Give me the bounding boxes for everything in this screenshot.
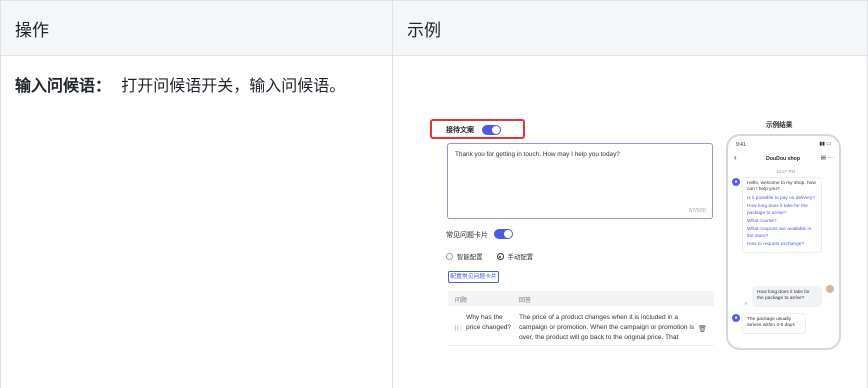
menu-icon: ▤ ··· [820,155,833,161]
operation-cell: 输入问候语： 打开问候语开关，输入问候语。 [0,55,393,388]
status-clock: 9:41 [736,142,746,148]
radio-smart-label: 智能配置 [457,254,483,261]
shop-avatar: ● [732,178,740,186]
faq-option: How to request exchange? [747,242,805,248]
step-title: 输入问候语： [15,76,112,95]
faq-option: How long does it take for the package to… [747,204,808,216]
drag-handle-icon[interactable]: ⠿ [454,325,459,335]
user-avatar [826,285,834,293]
faq-option: Is it possible to pay on delivery? [747,195,815,201]
content-row: 输入问候语： 打开问候语开关，输入问候语。 接待文案 Thank you for… [0,55,868,388]
read-check-icon: ✓ [744,301,749,307]
radio-smart[interactable] [446,253,453,260]
greeting-label: 接待文案 [446,127,474,134]
header-example: 示例 [392,0,868,56]
highlight-box [430,119,525,139]
configure-faq-button[interactable]: 配置常见问题卡片 [448,271,499,283]
phone-preview: 9:41 ▮▮ ▭ ‹ DouDou shop ▤ ··· 15:27 PM ●… [726,134,841,350]
col-question: 问题 [455,298,468,304]
header-operation: 操作 [0,0,393,56]
greeting-textarea[interactable]: Thank you for getting in touch. How may … [447,143,713,219]
faq-label: 常见问题卡片 [446,232,488,239]
user-bubble: How long does it take for the package to… [752,286,822,307]
example-cell: 接待文案 Thank you for getting in touch. How… [392,55,868,388]
faq-table-header: 问题 回答 [448,291,714,306]
step-text: 打开问候语开关，输入问候语。 [121,76,346,95]
greeting-text: Thank you for getting in touch. How may … [455,151,620,158]
battery-icon: ▮▮ ▭ [819,141,831,147]
radio-manual[interactable] [496,253,504,260]
reply-bubble: The package usually arrives within 3-5 d… [742,313,806,334]
char-counter: 57/500 [689,208,706,214]
shop-avatar: ● [732,314,740,322]
radio-manual-label: 手动配置 [507,254,534,261]
delete-icon[interactable]: 🗑 [698,325,707,335]
faq-option: What coupons are available in the store? [747,227,812,239]
chat-timestamp: 15:27 PM [776,169,796,174]
faq-question: Why has the price changed? [466,314,512,331]
welcome-text: Hello, welcome to my shop, how can I hel… [747,181,816,193]
col-answer: 回答 [519,298,532,304]
shop-name: DouDou shop [766,156,800,162]
faq-option: What course? [747,219,777,225]
config-mode-radios: 智能配置 手动配置 [446,252,533,261]
faq-toggle[interactable] [494,229,513,239]
faq-answer: The price of a product changes when it i… [519,314,695,341]
header-row: 操作 示例 [0,0,868,56]
welcome-bubble: Hello, welcome to my shop, how can I hel… [742,177,822,253]
instruction-table: 操作 示例 输入问候语： 打开问候语开关，输入问候语。 接待文案 Thank y… [0,0,868,388]
back-icon: ‹ [734,153,737,162]
phone-preview-title: 示例结果 [766,122,793,129]
greeting-toggle[interactable] [482,125,501,135]
table-row: ⠿ Why has the price changed? The price o… [448,306,714,346]
example-screenshot: 接待文案 Thank you for getting in touch. How… [393,56,867,388]
